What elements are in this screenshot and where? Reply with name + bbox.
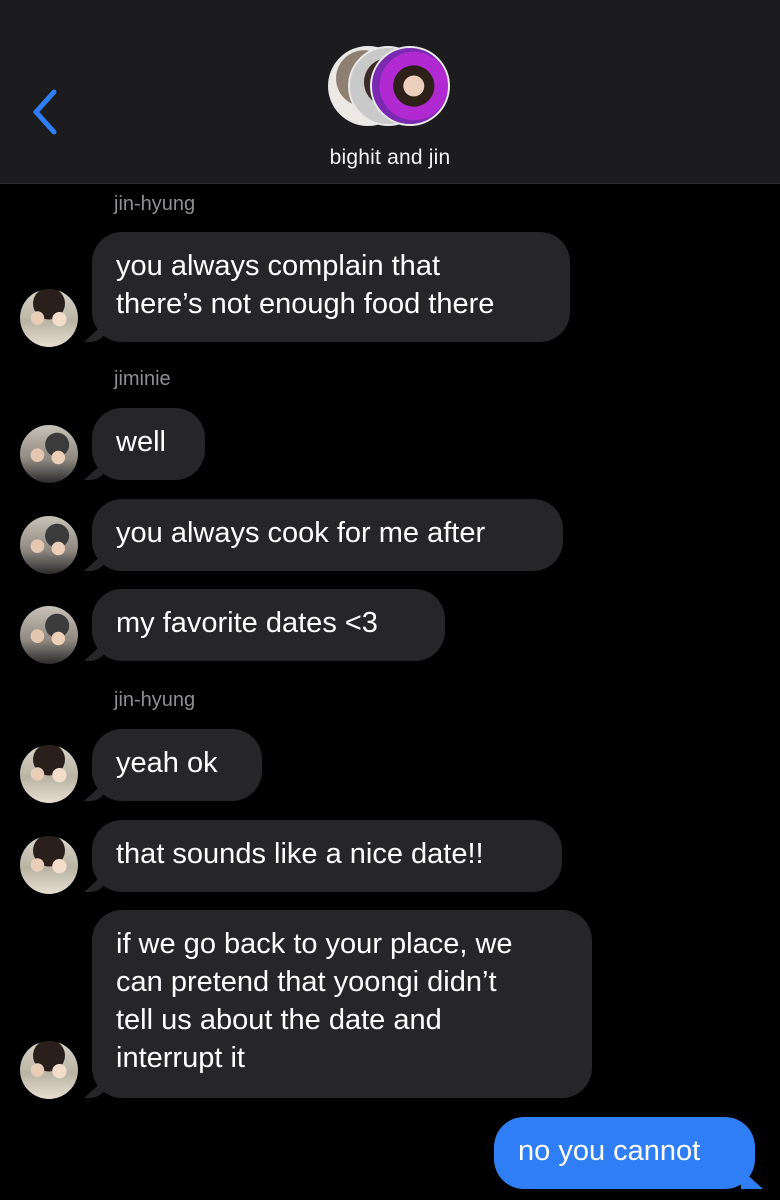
- chevron-left-icon: [33, 89, 57, 135]
- sender-avatar: [20, 425, 78, 483]
- group-name[interactable]: bighit and jin: [0, 146, 780, 170]
- group-avatar-stack[interactable]: [326, 46, 456, 130]
- conversation-header: bighit and jin: [0, 0, 780, 184]
- message-line: yeah ok: [116, 747, 218, 779]
- sender-avatar: [20, 1041, 78, 1099]
- sender-name: jin-hyung: [114, 193, 196, 215]
- message-line: tell us about the date and: [116, 1004, 442, 1036]
- sender-avatar: [20, 745, 78, 803]
- message-line: my favorite dates <3: [116, 607, 378, 639]
- message-bubble[interactable]: that sounds like a nice date!!: [92, 820, 562, 892]
- message-line: if we go back to your place, we: [116, 928, 513, 960]
- outgoing-message-bubble[interactable]: no you cannot: [494, 1117, 755, 1189]
- message-bubble[interactable]: you always complain that there’s not eno…: [92, 232, 570, 342]
- message-line: interrupt it: [116, 1042, 245, 1074]
- sender-name: jin-hyung: [114, 689, 196, 711]
- sender-avatar: [20, 606, 78, 664]
- message-bubble[interactable]: if we go back to your place, we can pret…: [92, 910, 592, 1098]
- message-bubble[interactable]: well: [92, 408, 205, 480]
- sender-avatar: [20, 289, 78, 347]
- group-member-avatar: [370, 46, 450, 126]
- message-line: there’s not enough food there: [116, 288, 495, 320]
- message-line: can pretend that yoongi didn’t: [116, 966, 497, 998]
- message-line: you always cook for me after: [116, 517, 486, 549]
- sender-name: jiminie: [114, 368, 171, 390]
- back-button[interactable]: [26, 86, 66, 138]
- message-bubble[interactable]: you always cook for me after: [92, 499, 563, 571]
- message-line: you always complain that: [116, 250, 440, 282]
- message-line: no you cannot: [518, 1135, 701, 1167]
- message-bubble[interactable]: yeah ok: [92, 729, 262, 801]
- message-bubble[interactable]: my favorite dates <3: [92, 589, 445, 661]
- sender-avatar: [20, 516, 78, 574]
- sender-avatar: [20, 836, 78, 894]
- message-line: well: [116, 426, 166, 458]
- message-line: that sounds like a nice date!!: [116, 838, 484, 870]
